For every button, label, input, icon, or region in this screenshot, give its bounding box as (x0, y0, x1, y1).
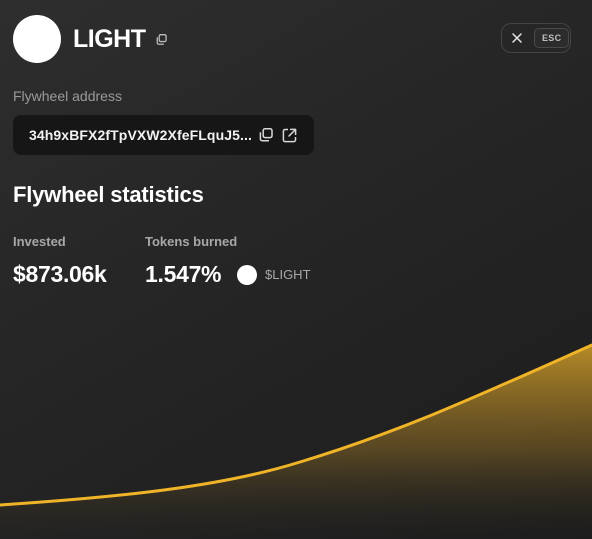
token-header: LIGHT (13, 15, 168, 63)
tokens-burned-value: 1.547% (145, 261, 222, 287)
close-icon (510, 31, 524, 45)
token-ticker: $LIGHT (265, 267, 311, 282)
token-logo (237, 265, 257, 285)
address-box: 34h9xBFX2fTpVXW2XfeFLquJ5... (13, 115, 314, 155)
external-link-icon[interactable] (281, 127, 297, 143)
esc-key-hint: ESC (534, 28, 570, 48)
token-name: LIGHT (73, 24, 146, 53)
address-value[interactable]: 34h9xBFX2fTpVXW2XfeFLquJ5... (29, 127, 252, 143)
token-avatar (13, 15, 61, 63)
copy-icon[interactable] (156, 33, 168, 45)
flywheel-panel: LIGHT ESC Flywheel address 34h9xBFX2fTpV… (0, 0, 592, 539)
statistics-title: Flywheel statistics (13, 182, 204, 207)
address-label: Flywheel address (13, 88, 122, 104)
copy-address-icon[interactable] (258, 127, 274, 143)
tokens-burned-label: Tokens burned (145, 234, 238, 249)
close-button[interactable]: ESC (501, 23, 571, 53)
invested-value: $873.06k (13, 261, 107, 287)
invested-label: Invested (13, 234, 66, 249)
growth-curve-area (0, 345, 592, 539)
